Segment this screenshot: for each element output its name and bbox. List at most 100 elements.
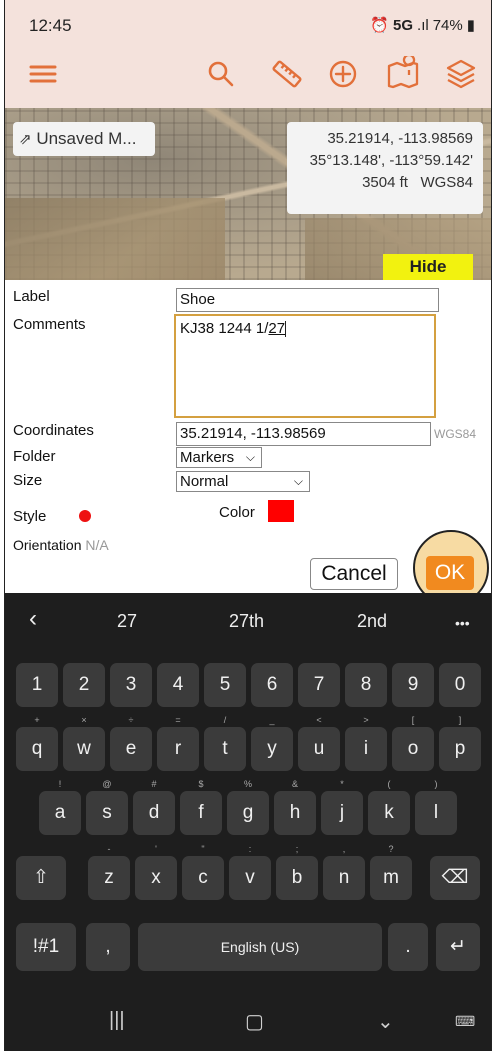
style-dot-picker[interactable] (79, 510, 91, 522)
text-cursor (285, 321, 287, 338)
key-z[interactable]: -z (88, 844, 130, 900)
key-6[interactable]: 6 (251, 663, 293, 707)
key-c[interactable]: " c (182, 844, 224, 900)
menu-icon[interactable] (25, 56, 61, 92)
key-label: e (125, 738, 137, 759)
key-label: q (31, 738, 43, 759)
size-select[interactable]: Normal ⌵ (176, 471, 310, 492)
key-l[interactable]: ) l (415, 779, 457, 835)
key-hint: ) (434, 779, 438, 789)
search-icon[interactable] (203, 56, 239, 92)
key-a[interactable]: ! a (39, 779, 81, 835)
orientation-caption: Orientation N/A (13, 537, 109, 553)
datum: WGS84 (420, 174, 473, 191)
status-right: ⏰ 5G .ıl 74% ▮ (370, 16, 475, 35)
key-i[interactable]: > i (345, 715, 387, 771)
key-4[interactable]: 4 (157, 663, 199, 707)
key-d[interactable]: # d (133, 779, 175, 835)
key-label: p (454, 738, 466, 759)
key-j[interactable]: * j (321, 779, 363, 835)
key-8[interactable]: 8 (345, 663, 387, 707)
key-g[interactable]: % g (227, 779, 269, 835)
key-hint: ( (387, 779, 391, 789)
enter-key-icon[interactable]: ↵ (436, 923, 480, 971)
period-key[interactable]: . (388, 923, 428, 971)
comma-key[interactable]: , (86, 923, 130, 971)
key-label: c (198, 867, 208, 888)
key-b[interactable]: ; b (276, 844, 318, 900)
symbols-key[interactable]: !#1 (16, 923, 76, 971)
style-caption: Style (13, 508, 47, 525)
label-input[interactable]: Shoe (176, 288, 439, 312)
key-hint: # (151, 779, 157, 789)
key-label: u (313, 738, 325, 759)
key-label: y (267, 738, 277, 759)
key-label: 3 (125, 674, 137, 695)
suggestion-item[interactable]: 2nd (357, 611, 387, 632)
hide-button[interactable]: Hide (383, 254, 473, 280)
comments-caption: Comments (13, 316, 86, 333)
ruler-icon[interactable] (269, 56, 305, 92)
ok-button[interactable]: OK (426, 556, 474, 590)
layers-icon[interactable] (443, 56, 479, 92)
key-w[interactable]: × w (63, 715, 105, 771)
key-m[interactable]: ? m (370, 844, 412, 900)
key-s[interactable]: @ s (86, 779, 128, 835)
key-7[interactable]: 7 (298, 663, 340, 707)
elevation: 3504 ft (362, 174, 408, 191)
key-u[interactable]: < u (298, 715, 340, 771)
key-2[interactable]: 2 (63, 663, 105, 707)
add-circle-icon[interactable] (325, 56, 361, 92)
soft-keyboard: ‹ 27 27th 2nd ••• 1234567890 + q × w ÷ e = r / t _… (5, 593, 491, 1051)
backspace-key-icon[interactable]: ⌫ (430, 856, 480, 900)
key-o[interactable]: [o (392, 715, 434, 771)
key-e[interactable]: ÷ e (110, 715, 152, 771)
folder-select[interactable]: Markers ⌵ (176, 447, 262, 468)
map-pin-icon[interactable] (385, 53, 421, 92)
key-hint: , (342, 844, 346, 854)
key-hint: ' (155, 844, 157, 854)
key-hint: / (223, 715, 227, 725)
key-f[interactable]: $ f (180, 779, 222, 835)
recent-apps-icon[interactable]: ||| (109, 1009, 125, 1032)
key-3[interactable]: 3 (110, 663, 152, 707)
coordinates-input[interactable]: 35.21914, -113.98569 (176, 422, 431, 446)
home-icon[interactable]: ▢ (245, 1009, 264, 1034)
key-h[interactable]: & h (274, 779, 316, 835)
key-t[interactable]: / t (204, 715, 246, 771)
key-label: g (242, 802, 254, 823)
key-5[interactable]: 5 (204, 663, 246, 707)
color-caption: Color (219, 504, 255, 521)
color-picker[interactable] (268, 500, 294, 522)
chevron-down-icon[interactable]: ⌄ (377, 1009, 394, 1034)
chevron-left-icon[interactable]: ‹ (29, 605, 37, 633)
keyboard-icon[interactable]: ⌨ (455, 1013, 475, 1030)
key-label: 5 (219, 674, 231, 695)
key-hint: _ (269, 715, 275, 725)
key-x[interactable]: ' x (135, 844, 177, 900)
key-9[interactable]: 9 (392, 663, 434, 707)
key-label: o (407, 738, 419, 759)
key-q[interactable]: + q (16, 715, 58, 771)
unsaved-map-button[interactable]: ⇗ Unsaved M... (13, 122, 155, 156)
space-key[interactable]: English (US) (138, 923, 382, 971)
key-label: k (384, 802, 394, 823)
key-k[interactable]: (k (368, 779, 410, 835)
key-y[interactable]: _ y (251, 715, 293, 771)
key-r[interactable]: = r (157, 715, 199, 771)
comments-textarea[interactable]: KJ38 1244 1/27 (174, 314, 436, 418)
coordinates-caption: Coordinates (13, 422, 94, 439)
cancel-button[interactable]: Cancel (310, 558, 398, 590)
key-label: m (383, 867, 399, 888)
suggestion-item[interactable]: 27th (229, 611, 264, 632)
more-options-icon[interactable]: ••• (455, 615, 470, 631)
key-v[interactable]: :v (229, 844, 271, 900)
key-0[interactable]: 0 (439, 663, 481, 707)
shift-key-icon[interactable]: ⇧ (16, 856, 66, 900)
coord-dm: 35°13.148', -113°59.142' (309, 152, 473, 169)
key-n[interactable]: ,n (323, 844, 365, 900)
key-label: l (433, 802, 439, 823)
key-p[interactable]: ] p (439, 715, 481, 771)
suggestion-item[interactable]: 27 (117, 611, 137, 632)
key-1[interactable]: 1 (16, 663, 58, 707)
